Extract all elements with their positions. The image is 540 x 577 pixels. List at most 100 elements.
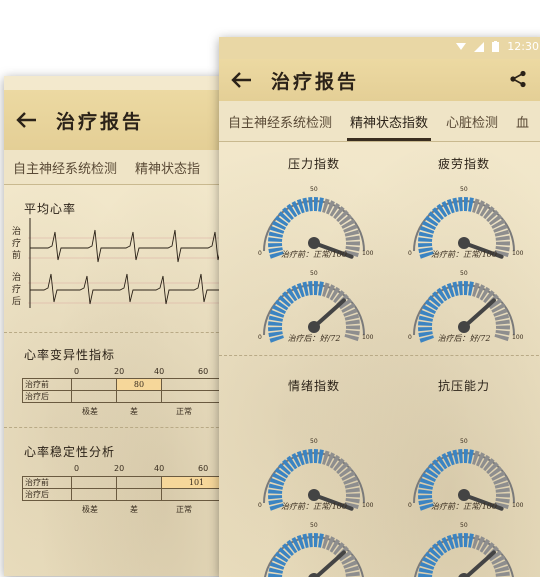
stab-scale-bad: 极差 (82, 505, 98, 514)
share-icon[interactable] (509, 70, 527, 92)
gauge-segment (458, 197, 463, 212)
status-time: 12:30 (507, 40, 539, 53)
gauge-mid-label: 50 (310, 438, 318, 445)
gauge-needle (312, 298, 346, 329)
gauge-needle (463, 550, 496, 577)
gauge-segment (314, 281, 319, 296)
gauge-segment (314, 449, 319, 464)
back-arrow-icon[interactable] (229, 67, 255, 93)
gauge-segment (268, 495, 283, 500)
gauge-segment (418, 237, 433, 242)
gauge-segment (495, 571, 510, 577)
tab-autonomic[interactable]: 自主神经系统检测 (219, 101, 341, 141)
stab-scale-normal: 正常 (176, 505, 192, 514)
hrv-axis-60: 60 (198, 367, 209, 376)
signal-icon (474, 41, 485, 52)
battery-icon (492, 41, 500, 52)
gauge-segment (418, 495, 433, 500)
back-screen-title: 治疗报告 (56, 110, 145, 133)
gauge-mid-label: 50 (310, 270, 318, 277)
gauge-segment (418, 327, 433, 332)
back-tab-bar: 自主神经系统检测 精神状态指 (4, 150, 234, 185)
stab-scale-poor: 差 (130, 505, 138, 514)
stab-axis-20: 20 (114, 464, 125, 473)
gauge-segment (345, 319, 360, 325)
back-arrow-icon[interactable] (14, 107, 40, 133)
hrv-scale-bad: 极差 (82, 407, 98, 416)
gauge-segment (458, 533, 463, 548)
gauge-segment (268, 321, 283, 326)
divider (219, 355, 540, 356)
hrv-value: 80 (116, 378, 162, 391)
gauge-segment (418, 573, 433, 577)
gauge-segment (308, 281, 313, 296)
gauge-segment (418, 243, 433, 248)
gauge-mid-label: 50 (460, 438, 468, 445)
ecg-before-trace (30, 229, 228, 263)
gauge-caption: 治疗前：正常/100 (281, 250, 347, 259)
gauge-segment (346, 493, 360, 498)
hrv-row-before: 治疗前 (22, 378, 72, 391)
gauge-segment (496, 325, 510, 330)
back-app-bar: 治疗报告 (4, 90, 234, 150)
gauge-segment (346, 241, 360, 246)
tab-mental-state[interactable]: 精神状态指数 (341, 101, 437, 141)
ecg-before-label: 治疗前 (12, 227, 22, 261)
wifi-icon (456, 43, 467, 50)
gauge-mid-label: 50 (460, 186, 468, 193)
gauge-caption: 治疗后：好/72 (287, 334, 341, 343)
gauge-segment (345, 235, 360, 241)
gauge-segment (496, 493, 510, 498)
back-tab-autonomic[interactable]: 自主神经系统检测 (4, 150, 126, 184)
gauge-hub (308, 489, 320, 501)
tab-heart[interactable]: 心脏检测 (437, 101, 507, 141)
gauge-segment (418, 321, 433, 326)
gauge-segment (308, 533, 313, 548)
gauge-segment (496, 241, 510, 246)
stab-axis-60: 60 (198, 464, 209, 473)
hrv-axis-0: 0 (74, 367, 80, 376)
hrv-axis-40: 40 (154, 367, 165, 376)
gauge-segment (418, 489, 433, 494)
front-phone-screen: 12:30 治疗报告 自主神经系统检测 精神状态指数 心脏检测 血 压力指数 0 5… (219, 37, 540, 577)
gauge-title: 情绪指数 (287, 379, 340, 393)
gauge-segment (464, 197, 469, 212)
gauge-segment (314, 197, 319, 212)
hrv-table: 治疗前 80 治疗后 (22, 378, 232, 403)
gauge-segment (308, 197, 313, 212)
hrv-title: 心率变异性指标 (24, 348, 116, 362)
gauge-dial: 50 (264, 522, 364, 577)
gauge-segment (268, 573, 283, 577)
hrv-scale-normal: 正常 (176, 407, 192, 416)
divider (4, 427, 234, 428)
gauge-segment (268, 489, 283, 494)
stab-row-after: 治疗后 (22, 488, 72, 501)
gauge-segment (458, 449, 463, 464)
gauge-caption: 治疗前：正常/100 (431, 250, 497, 259)
gauge-dial: 50 (414, 522, 514, 577)
tab-blood[interactable]: 血 (507, 101, 538, 141)
gauge-caption: 治疗前：正常/100 (431, 502, 497, 511)
gauge-segment (464, 533, 469, 548)
gauge-hub (458, 321, 470, 333)
gauge-segment (495, 487, 510, 493)
stability-title: 心率稳定性分析 (24, 445, 116, 459)
gauge-segment (268, 327, 283, 332)
stability-table: 治疗前 101 治疗后 (22, 476, 232, 501)
gauge-segment (314, 533, 319, 548)
stab-axis-0: 0 (74, 464, 80, 473)
gauge-segment (308, 449, 313, 464)
gauge-hub (308, 237, 320, 249)
hrv-axis-20: 20 (114, 367, 125, 376)
gauge-title: 压力指数 (287, 157, 340, 171)
gauge-mid-label: 50 (310, 186, 318, 193)
gauge-segment (495, 319, 510, 325)
gauge-title: 疲劳指数 (437, 157, 490, 171)
hrv-scale-poor: 差 (130, 407, 138, 416)
back-tab-mental[interactable]: 精神状态指 (126, 150, 209, 184)
gauge-hub (458, 489, 470, 501)
stab-axis-40: 40 (154, 464, 165, 473)
gauge-mid-label: 50 (460, 270, 468, 277)
gauge-segment (464, 281, 469, 296)
gauge-segment (458, 281, 463, 296)
